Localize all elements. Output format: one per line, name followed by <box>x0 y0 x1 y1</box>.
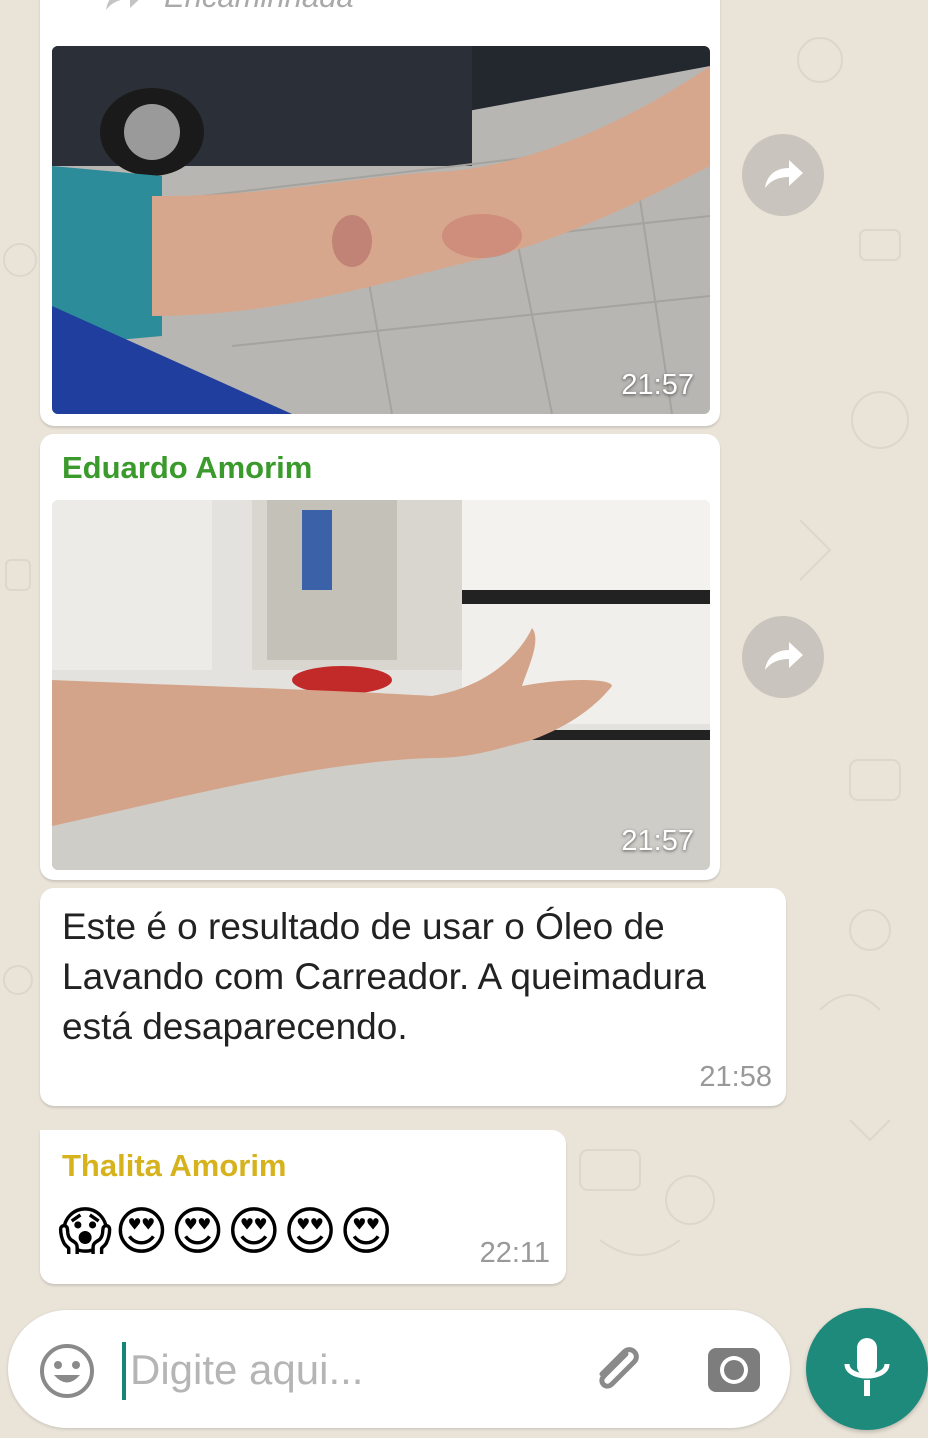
message-time: 21:58 <box>699 1061 772 1093</box>
voice-record-button[interactable] <box>806 1308 928 1430</box>
message-emoji-text: 😱😍😍😍😍😍 <box>58 1203 396 1261</box>
message-composer: Digite aqui... <box>8 1310 790 1428</box>
message-bubble-image[interactable]: Eduardo Amorim 21:57 <box>40 434 720 880</box>
message-bubble-emoji[interactable]: Thalita Amorim 😱😍😍😍😍😍 22:11 <box>40 1130 566 1284</box>
camera-icon[interactable] <box>704 1340 764 1400</box>
forward-icon <box>765 642 803 670</box>
photo-arm-kitchen <box>52 500 710 870</box>
forward-button[interactable] <box>742 616 824 698</box>
smiley-icon[interactable] <box>38 1342 96 1400</box>
sender-name[interactable]: Thalita Amorim <box>62 1148 287 1184</box>
forwarded-arrow-icon <box>106 0 139 10</box>
sender-name[interactable]: Eduardo Amorim <box>62 450 312 486</box>
image-attachment[interactable]: 21:57 <box>52 46 710 414</box>
forward-button[interactable] <box>742 134 824 216</box>
image-attachment[interactable]: 21:57 <box>52 500 710 870</box>
message-time: 21:57 <box>621 825 694 857</box>
message-time: 21:57 <box>621 369 694 401</box>
forwarded-label: Encaminhada <box>102 0 354 15</box>
microphone-icon <box>844 1338 890 1396</box>
message-time: 22:11 <box>479 1237 550 1269</box>
message-text: Este é o resultado de usar o Óleo de Lav… <box>62 906 706 1047</box>
message-input[interactable]: Digite aqui... <box>130 1346 363 1394</box>
message-bubble-text[interactable]: Este é o resultado de usar o Óleo de Lav… <box>40 888 786 1106</box>
message-bubble-forwarded-image[interactable]: Encaminhada 21:57 <box>40 0 720 426</box>
text-cursor <box>122 1342 126 1400</box>
paperclip-icon[interactable] <box>586 1340 648 1402</box>
forwarded-text: Encaminhada <box>164 0 354 15</box>
forward-icon <box>765 160 803 188</box>
photo-arm-street <box>52 46 710 414</box>
